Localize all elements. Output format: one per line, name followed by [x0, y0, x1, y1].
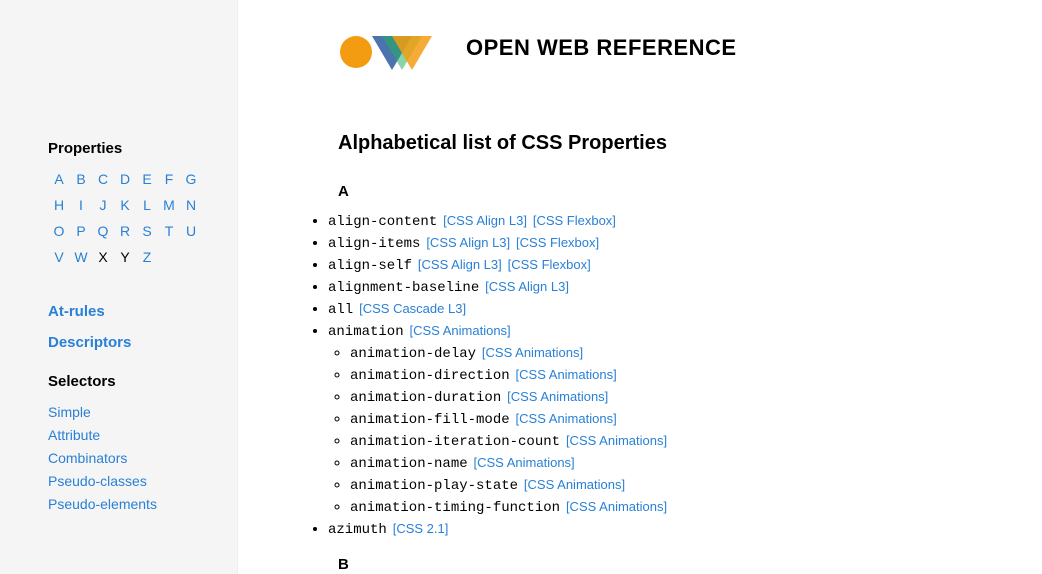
property-item: alignment-baseline [CSS Align L3] — [328, 278, 1042, 296]
alpha-letter-m[interactable]: M — [158, 197, 180, 213]
spec-link[interactable]: [CSS Flexbox] — [533, 213, 616, 228]
spec-link[interactable]: [CSS Flexbox] — [508, 257, 591, 272]
property-item: animation-direction [CSS Animations] — [350, 366, 1042, 384]
property-item: animation-name [CSS Animations] — [350, 454, 1042, 472]
property-item: animation-timing-function [CSS Animation… — [350, 498, 1042, 516]
alpha-letter-s[interactable]: S — [136, 223, 158, 239]
spec-link[interactable]: [CSS Animations] — [524, 477, 625, 492]
selector-link-pseudo-classes[interactable]: Pseudo-classes — [48, 473, 237, 489]
property-list-a: align-content [CSS Align L3] [CSS Flexbo… — [328, 212, 1042, 538]
property-item: animation-delay [CSS Animations] — [350, 344, 1042, 362]
nav-group: At-rules Descriptors — [48, 303, 237, 351]
spec-link[interactable]: [CSS Animations] — [410, 323, 511, 338]
spec-link[interactable]: [CSS Align L3] — [443, 213, 527, 228]
selectors-heading: Selectors — [48, 373, 237, 390]
property-name[interactable]: align-content — [328, 214, 437, 230]
letter-heading-a: A — [338, 183, 1042, 200]
main: OPEN WEB REFERENCE Alphabetical list of … — [238, 0, 1042, 574]
selector-link-pseudo-elements[interactable]: Pseudo-elements — [48, 496, 237, 512]
alpha-letter-p[interactable]: P — [70, 223, 92, 239]
sub-property-list: animation-delay [CSS Animations]animatio… — [328, 344, 1042, 516]
property-name[interactable]: align-items — [328, 236, 420, 252]
spec-link[interactable]: [CSS 2.1] — [393, 521, 449, 536]
property-item: align-items [CSS Align L3] [CSS Flexbox] — [328, 234, 1042, 252]
property-name[interactable]: all — [328, 302, 353, 318]
alpha-letter-x: X — [92, 249, 114, 265]
content: Alphabetical list of CSS Properties A al… — [238, 132, 1042, 573]
property-item: all [CSS Cascade L3] — [328, 300, 1042, 318]
property-item: animation-iteration-count [CSS Animation… — [350, 432, 1042, 450]
spec-link[interactable]: [CSS Align L3] — [418, 257, 502, 272]
header: OPEN WEB REFERENCE — [238, 24, 1042, 72]
property-item: animation [CSS Animations]animation-dela… — [328, 322, 1042, 516]
property-name[interactable]: animation-timing-function — [350, 500, 560, 516]
alpha-letter-r[interactable]: R — [114, 223, 136, 239]
alpha-letter-l[interactable]: L — [136, 197, 158, 213]
selector-links-group: Simple Attribute Combinators Pseudo-classes… — [48, 404, 237, 512]
property-item: align-self [CSS Align L3] [CSS Flexbox] — [328, 256, 1042, 274]
spec-link[interactable]: [CSS Animations] — [516, 367, 617, 382]
alpha-letter-y: Y — [114, 249, 136, 265]
spec-link[interactable]: [CSS Animations] — [516, 411, 617, 426]
properties-heading: Properties — [48, 140, 237, 157]
alpha-letter-g[interactable]: G — [180, 171, 202, 187]
alpha-letter-q[interactable]: Q — [92, 223, 114, 239]
alpha-letter-t[interactable]: T — [158, 223, 180, 239]
selector-link-attribute[interactable]: Attribute — [48, 427, 237, 443]
property-item: align-content [CSS Align L3] [CSS Flexbo… — [328, 212, 1042, 230]
at-rules-link[interactable]: At-rules — [48, 303, 237, 320]
property-item: animation-fill-mode [CSS Animations] — [350, 410, 1042, 428]
spec-link[interactable]: [CSS Animations] — [566, 499, 667, 514]
property-name[interactable]: animation-direction — [350, 368, 510, 384]
spec-link[interactable]: [CSS Animations] — [507, 389, 608, 404]
property-name[interactable]: azimuth — [328, 522, 387, 538]
alpha-letter-d[interactable]: D — [114, 171, 136, 187]
property-item: animation-duration [CSS Animations] — [350, 388, 1042, 406]
alpha-letter-h[interactable]: H — [48, 197, 70, 213]
property-name[interactable]: animation-duration — [350, 390, 501, 406]
property-name[interactable]: animation-play-state — [350, 478, 518, 494]
alpha-index: ABCDEFG HIJKLMN OPQRSTU VWXYZ — [48, 171, 208, 275]
alpha-letter-n[interactable]: N — [180, 197, 202, 213]
spec-link[interactable]: [CSS Align L3] — [426, 235, 510, 250]
alpha-letter-u[interactable]: U — [180, 223, 202, 239]
alpha-letter-v[interactable]: V — [48, 249, 70, 265]
alpha-letter-a[interactable]: A — [48, 171, 70, 187]
selector-link-simple[interactable]: Simple — [48, 404, 237, 420]
alpha-letter-k[interactable]: K — [114, 197, 136, 213]
sidebar: Properties ABCDEFG HIJKLMN OPQRSTU VWXYZ At… — [0, 0, 238, 574]
property-name[interactable]: animation — [328, 324, 404, 340]
selector-link-combinators[interactable]: Combinators — [48, 450, 237, 466]
alpha-letter-i[interactable]: I — [70, 197, 92, 213]
property-name[interactable]: animation-name — [350, 456, 468, 472]
alpha-letter-w[interactable]: W — [70, 249, 92, 265]
alpha-letter-e[interactable]: E — [136, 171, 158, 187]
property-name[interactable]: animation-fill-mode — [350, 412, 510, 428]
property-name[interactable]: animation-delay — [350, 346, 476, 362]
property-name[interactable]: align-self — [328, 258, 412, 274]
property-name[interactable]: animation-iteration-count — [350, 434, 560, 450]
property-name[interactable]: alignment-baseline — [328, 280, 479, 296]
spec-link[interactable]: [CSS Animations] — [474, 455, 575, 470]
spec-link[interactable]: [CSS Flexbox] — [516, 235, 599, 250]
alpha-letter-z[interactable]: Z — [136, 249, 158, 265]
spec-link[interactable]: [CSS Cascade L3] — [359, 301, 466, 316]
letter-heading-b: B — [338, 556, 1042, 573]
spec-link[interactable]: [CSS Animations] — [482, 345, 583, 360]
alpha-letter-b[interactable]: B — [70, 171, 92, 187]
descriptors-link[interactable]: Descriptors — [48, 334, 237, 351]
alpha-letter-f[interactable]: F — [158, 171, 180, 187]
spec-link[interactable]: [CSS Animations] — [566, 433, 667, 448]
property-item: azimuth [CSS 2.1] — [328, 520, 1042, 538]
page-title: Alphabetical list of CSS Properties — [338, 132, 1042, 155]
alpha-letter-o[interactable]: O — [48, 223, 70, 239]
alpha-letter-j[interactable]: J — [92, 197, 114, 213]
site-title: OPEN WEB REFERENCE — [466, 35, 737, 61]
logo-icon — [338, 24, 438, 72]
spec-link[interactable]: [CSS Align L3] — [485, 279, 569, 294]
alpha-letter-c[interactable]: C — [92, 171, 114, 187]
property-item: animation-play-state [CSS Animations] — [350, 476, 1042, 494]
